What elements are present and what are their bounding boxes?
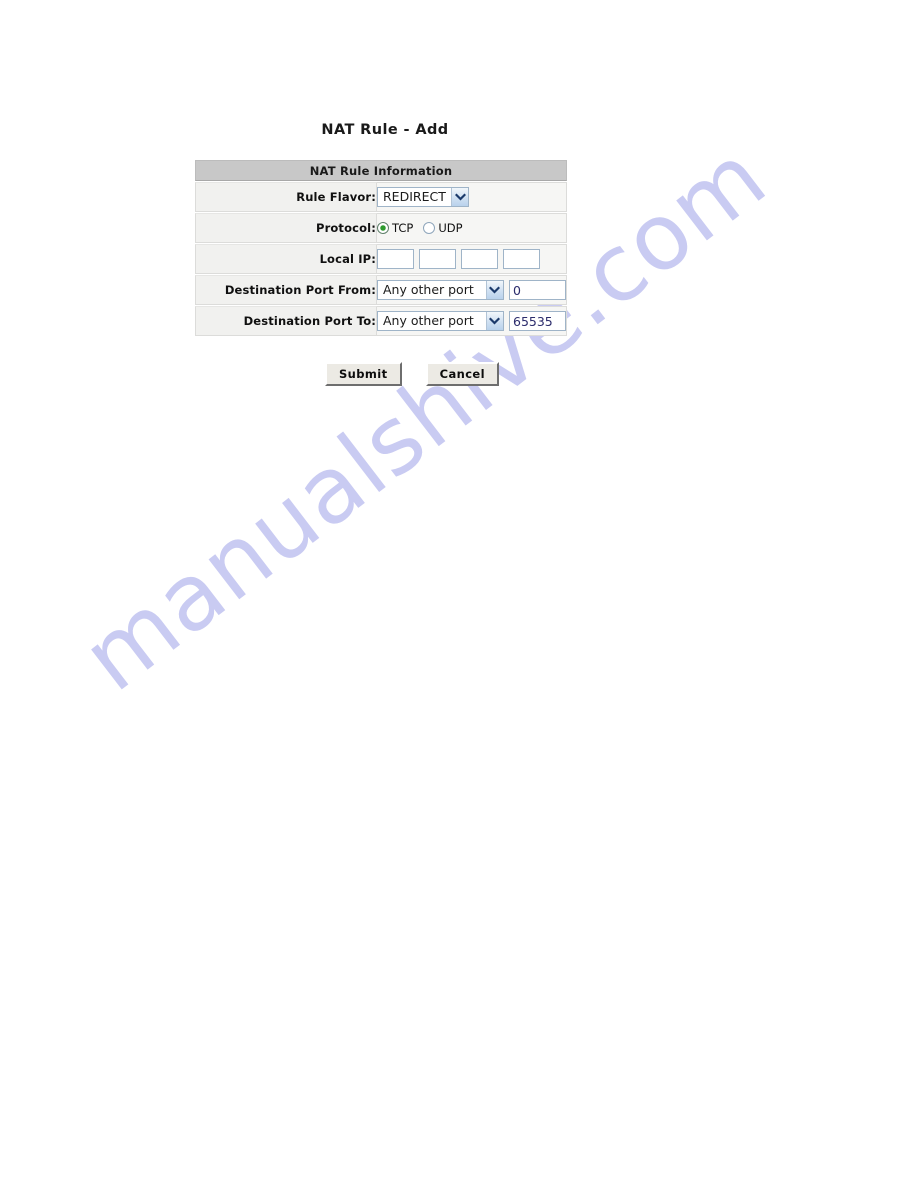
- rule-flavor-select[interactable]: REDIRECT: [377, 187, 469, 207]
- local-ip-octet-4[interactable]: [503, 249, 540, 269]
- section-header-label: NAT Rule Information: [195, 160, 567, 181]
- form-button-bar: Submit Cancel: [195, 362, 575, 386]
- protocol-radio-udp-label[interactable]: UDP: [438, 221, 462, 235]
- chevron-down-icon[interactable]: [451, 188, 468, 206]
- nat-rule-form: NAT Rule - Add NAT Rule Information Rule…: [195, 120, 575, 386]
- rule-flavor-label: Rule Flavor:: [195, 182, 377, 212]
- destination-port-to-cell: Any other port 65535: [377, 306, 567, 336]
- table-row: Destination Port From: Any other port 0: [195, 275, 567, 305]
- protocol-cell: TCP UDP: [377, 213, 567, 243]
- local-ip-octet-2[interactable]: [419, 249, 456, 269]
- submit-button[interactable]: Submit: [325, 362, 402, 386]
- rule-flavor-controls: REDIRECT: [377, 187, 566, 207]
- protocol-label: Protocol:: [195, 213, 377, 243]
- destination-port-to-label: Destination Port To:: [195, 306, 377, 336]
- table-row: Rule Flavor: REDIRECT: [195, 182, 567, 212]
- local-ip-octet-3[interactable]: [461, 249, 498, 269]
- chevron-down-icon[interactable]: [485, 312, 503, 330]
- table-row: Protocol: TCP UDP: [195, 213, 567, 243]
- table-row: Local IP:: [195, 244, 567, 274]
- local-ip-octet-1[interactable]: [377, 249, 414, 269]
- protocol-radio-tcp-label[interactable]: TCP: [392, 221, 413, 235]
- rule-flavor-cell: REDIRECT: [377, 182, 567, 212]
- table-row: Destination Port To: Any other port 6553…: [195, 306, 567, 336]
- protocol-radio-udp[interactable]: [423, 222, 436, 234]
- nat-rule-information-table: NAT Rule Information Rule Flavor: REDIRE…: [195, 159, 567, 337]
- destination-port-from-controls: Any other port 0: [377, 280, 566, 300]
- destination-port-to-select[interactable]: Any other port: [377, 311, 504, 331]
- table-header-row: NAT Rule Information: [195, 160, 567, 181]
- destination-port-to-selected-value: Any other port: [383, 313, 474, 328]
- local-ip-octet-group: [377, 249, 566, 269]
- page-title: NAT Rule - Add: [321, 122, 449, 138]
- destination-port-from-cell: Any other port 0: [377, 275, 567, 305]
- destination-port-from-select[interactable]: Any other port: [377, 280, 504, 300]
- destination-port-from-label: Destination Port From:: [195, 275, 377, 305]
- destination-port-to-input[interactable]: 65535: [509, 311, 566, 331]
- destination-port-from-selected-value: Any other port: [383, 282, 474, 297]
- chevron-down-icon[interactable]: [485, 281, 503, 299]
- protocol-radio-tcp[interactable]: [377, 222, 389, 234]
- protocol-radio-group: TCP UDP: [377, 221, 566, 235]
- destination-port-to-controls: Any other port 65535: [377, 311, 566, 331]
- local-ip-cell: [377, 244, 567, 274]
- cancel-button[interactable]: Cancel: [425, 362, 499, 386]
- rule-flavor-selected-value: REDIRECT: [383, 189, 446, 204]
- local-ip-label: Local IP:: [195, 244, 377, 274]
- destination-port-from-input[interactable]: 0: [509, 280, 566, 300]
